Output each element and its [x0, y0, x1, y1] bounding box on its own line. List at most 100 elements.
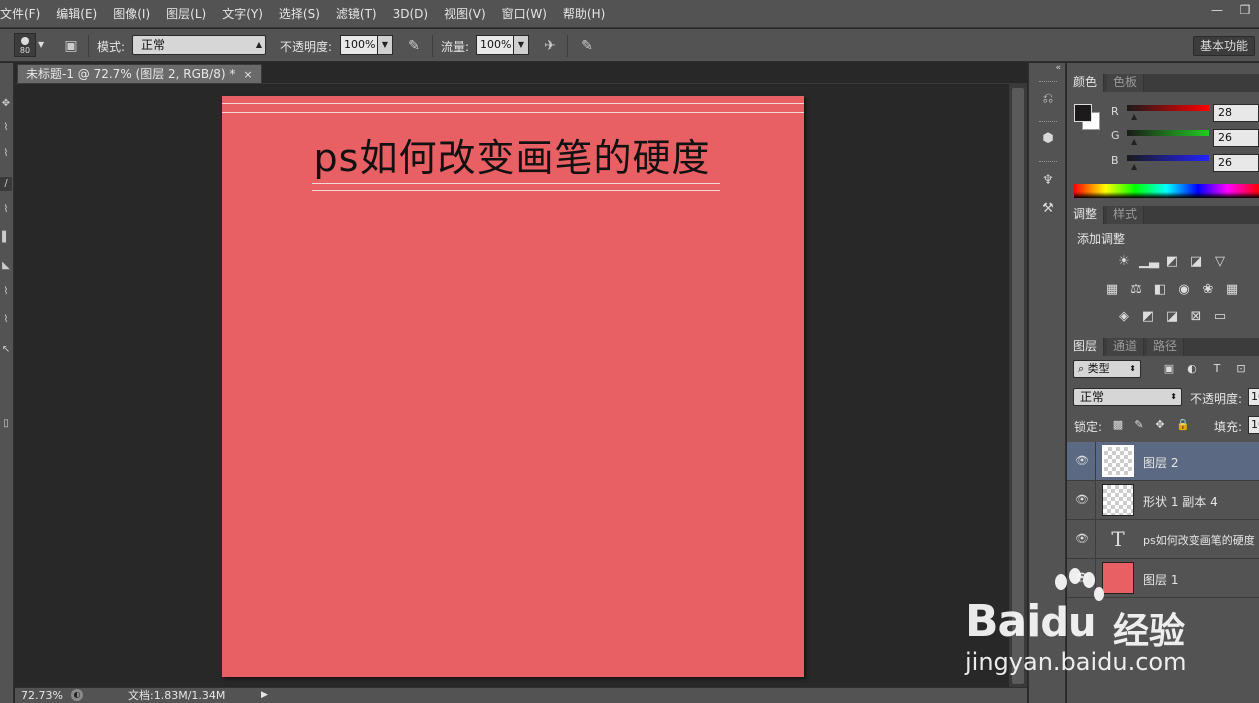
lock-position-icon[interactable]: ✥: [1153, 418, 1167, 432]
zoom-level[interactable]: 72.73%: [21, 688, 63, 703]
menu-select[interactable]: 选择(S): [271, 0, 328, 28]
exposure-icon[interactable]: ◪: [1187, 254, 1205, 270]
opacity-dropdown-icon[interactable]: ▼: [377, 35, 393, 55]
channel-g-slider[interactable]: [1127, 130, 1209, 136]
color-spectrum[interactable]: [1074, 184, 1259, 198]
tab-channels[interactable]: 通道: [1107, 338, 1145, 356]
layer-row[interactable]: 👁 图层 2: [1067, 442, 1259, 481]
layer-opacity-input[interactable]: 100%: [1248, 388, 1259, 406]
slider-thumb-icon[interactable]: ▲: [1131, 112, 1137, 121]
tab-adjustments[interactable]: 调整: [1067, 206, 1105, 224]
move-tool-icon[interactable]: ✥: [0, 97, 12, 111]
layer-row[interactable]: 👁 形状 1 副本 4: [1067, 481, 1259, 520]
eraser-tool-icon[interactable]: ▌: [0, 231, 12, 245]
menu-image[interactable]: 图像(I): [105, 0, 158, 28]
menu-layer[interactable]: 图层(L): [158, 0, 214, 28]
slider-thumb-icon[interactable]: ▲: [1131, 162, 1137, 171]
airbrush-icon[interactable]: ✈: [540, 36, 560, 56]
tab-layers[interactable]: 图层: [1067, 338, 1105, 356]
hand-tool-icon[interactable]: ↖: [0, 343, 12, 357]
menu-window[interactable]: 窗口(W): [494, 0, 555, 28]
quick-select-tool-icon[interactable]: ⌇: [0, 147, 12, 161]
pen-tool-icon[interactable]: ⌇: [0, 285, 12, 299]
channel-mixer-icon[interactable]: ❀: [1199, 282, 1217, 298]
chevron-down-icon[interactable]: ▼: [38, 35, 50, 55]
menu-3d[interactable]: 3D(D): [385, 0, 436, 28]
brightness-icon[interactable]: ☀: [1115, 254, 1133, 270]
3d-icon[interactable]: ⬢: [1038, 129, 1058, 149]
canvas[interactable]: ps如何改变画笔的硬度: [222, 96, 804, 677]
tab-swatches[interactable]: 色板: [1107, 74, 1145, 92]
lock-pixels-icon[interactable]: ✎: [1132, 418, 1146, 432]
tab-color[interactable]: 颜色: [1067, 74, 1105, 92]
brush-panel-icon[interactable]: ▣: [61, 36, 81, 56]
lock-transparent-icon[interactable]: ▩: [1111, 418, 1125, 432]
pressure-opacity-icon[interactable]: ✎: [404, 36, 424, 56]
black-white-icon[interactable]: ◧: [1151, 282, 1169, 298]
workspace-button[interactable]: 基本功能: [1192, 36, 1255, 56]
tab-styles[interactable]: 样式: [1107, 206, 1145, 224]
mode-select[interactable]: 正常 ▲: [132, 35, 266, 55]
menu-filter[interactable]: 滤镜(T): [328, 0, 385, 28]
layer-row[interactable]: 👁 图层 1: [1067, 559, 1259, 598]
blend-mode-select[interactable]: 正常 ⬍: [1073, 388, 1182, 406]
blur-tool-icon[interactable]: ◣: [0, 259, 12, 273]
scrollbar-thumb[interactable]: [1012, 88, 1024, 684]
quick-mask-icon[interactable]: ▯: [0, 417, 12, 431]
channel-r-input[interactable]: 28: [1213, 104, 1259, 122]
shape-filter-icon[interactable]: ⊡: [1233, 361, 1249, 377]
tab-paths[interactable]: 路径: [1147, 338, 1185, 356]
flow-dropdown-icon[interactable]: ▼: [513, 35, 529, 55]
menu-help[interactable]: 帮助(H): [555, 0, 613, 28]
minimize-icon[interactable]: —: [1203, 0, 1231, 20]
menu-type[interactable]: 文字(Y): [214, 0, 271, 28]
collapse-icon[interactable]: «: [1029, 63, 1067, 73]
history-icon[interactable]: ⎌: [1038, 89, 1058, 109]
foreground-color-swatch[interactable]: [1074, 104, 1092, 122]
color-lookup-icon[interactable]: ▦: [1223, 282, 1241, 298]
clone-stamp-tool-icon[interactable]: ⌇: [0, 203, 12, 217]
vibrance-icon[interactable]: ▽: [1211, 254, 1229, 270]
posterize-icon[interactable]: ◩: [1139, 309, 1157, 325]
channel-b-input[interactable]: 26: [1213, 154, 1259, 172]
path-select-tool-icon[interactable]: ⌇: [0, 313, 12, 327]
pixel-filter-icon[interactable]: ▣: [1161, 361, 1177, 377]
status-info-icon[interactable]: ◐: [71, 689, 83, 701]
photo-filter-icon[interactable]: ◉: [1175, 282, 1193, 298]
brush-tool-icon[interactable]: /: [0, 177, 12, 191]
slider-thumb-icon[interactable]: ▲: [1131, 137, 1137, 146]
opacity-input[interactable]: 100%: [340, 35, 378, 55]
channel-g-input[interactable]: 26: [1213, 129, 1259, 147]
levels-icon[interactable]: ▁▃: [1139, 254, 1159, 270]
brush-preset-picker[interactable]: 80: [14, 33, 36, 57]
invert-icon[interactable]: ◈: [1115, 309, 1133, 325]
visibility-eye-icon[interactable]: 👁: [1075, 571, 1089, 585]
brush-presets-icon[interactable]: ♆: [1038, 171, 1058, 191]
visibility-eye-icon[interactable]: 👁: [1075, 454, 1089, 468]
lock-all-icon[interactable]: 🔒: [1176, 418, 1190, 432]
play-arrow-icon[interactable]: ▶: [261, 688, 268, 703]
layer-filter-select[interactable]: ⌕ 类型 ⬍: [1073, 360, 1141, 378]
threshold-icon[interactable]: ◪: [1163, 309, 1181, 325]
hue-saturation-icon[interactable]: ▦: [1103, 282, 1121, 298]
adjustment-filter-icon[interactable]: ◐: [1184, 361, 1200, 377]
vertical-scrollbar[interactable]: [1009, 84, 1027, 689]
visibility-eye-icon[interactable]: 👁: [1075, 493, 1089, 507]
channel-r-slider[interactable]: [1127, 105, 1209, 111]
menu-file[interactable]: 文件(F): [0, 0, 48, 28]
tool-presets-icon[interactable]: ⚒: [1038, 199, 1058, 219]
close-icon[interactable]: ×: [243, 68, 252, 81]
color-balance-icon[interactable]: ⚖: [1127, 282, 1145, 298]
gradient-map-icon[interactable]: ▭: [1211, 309, 1229, 325]
menu-edit[interactable]: 编辑(E): [48, 0, 105, 28]
flow-input[interactable]: 100%: [476, 35, 514, 55]
visibility-eye-icon[interactable]: 👁: [1075, 532, 1089, 546]
curves-icon[interactable]: ◩: [1163, 254, 1181, 270]
restore-icon[interactable]: ❐: [1231, 0, 1259, 20]
lasso-tool-icon[interactable]: ⌇: [0, 121, 12, 135]
menu-view[interactable]: 视图(V): [436, 0, 494, 28]
fill-input[interactable]: 100%: [1248, 416, 1259, 434]
channel-b-slider[interactable]: [1127, 155, 1209, 161]
pressure-size-icon[interactable]: ✎: [577, 36, 597, 56]
type-filter-icon[interactable]: T: [1209, 361, 1225, 377]
